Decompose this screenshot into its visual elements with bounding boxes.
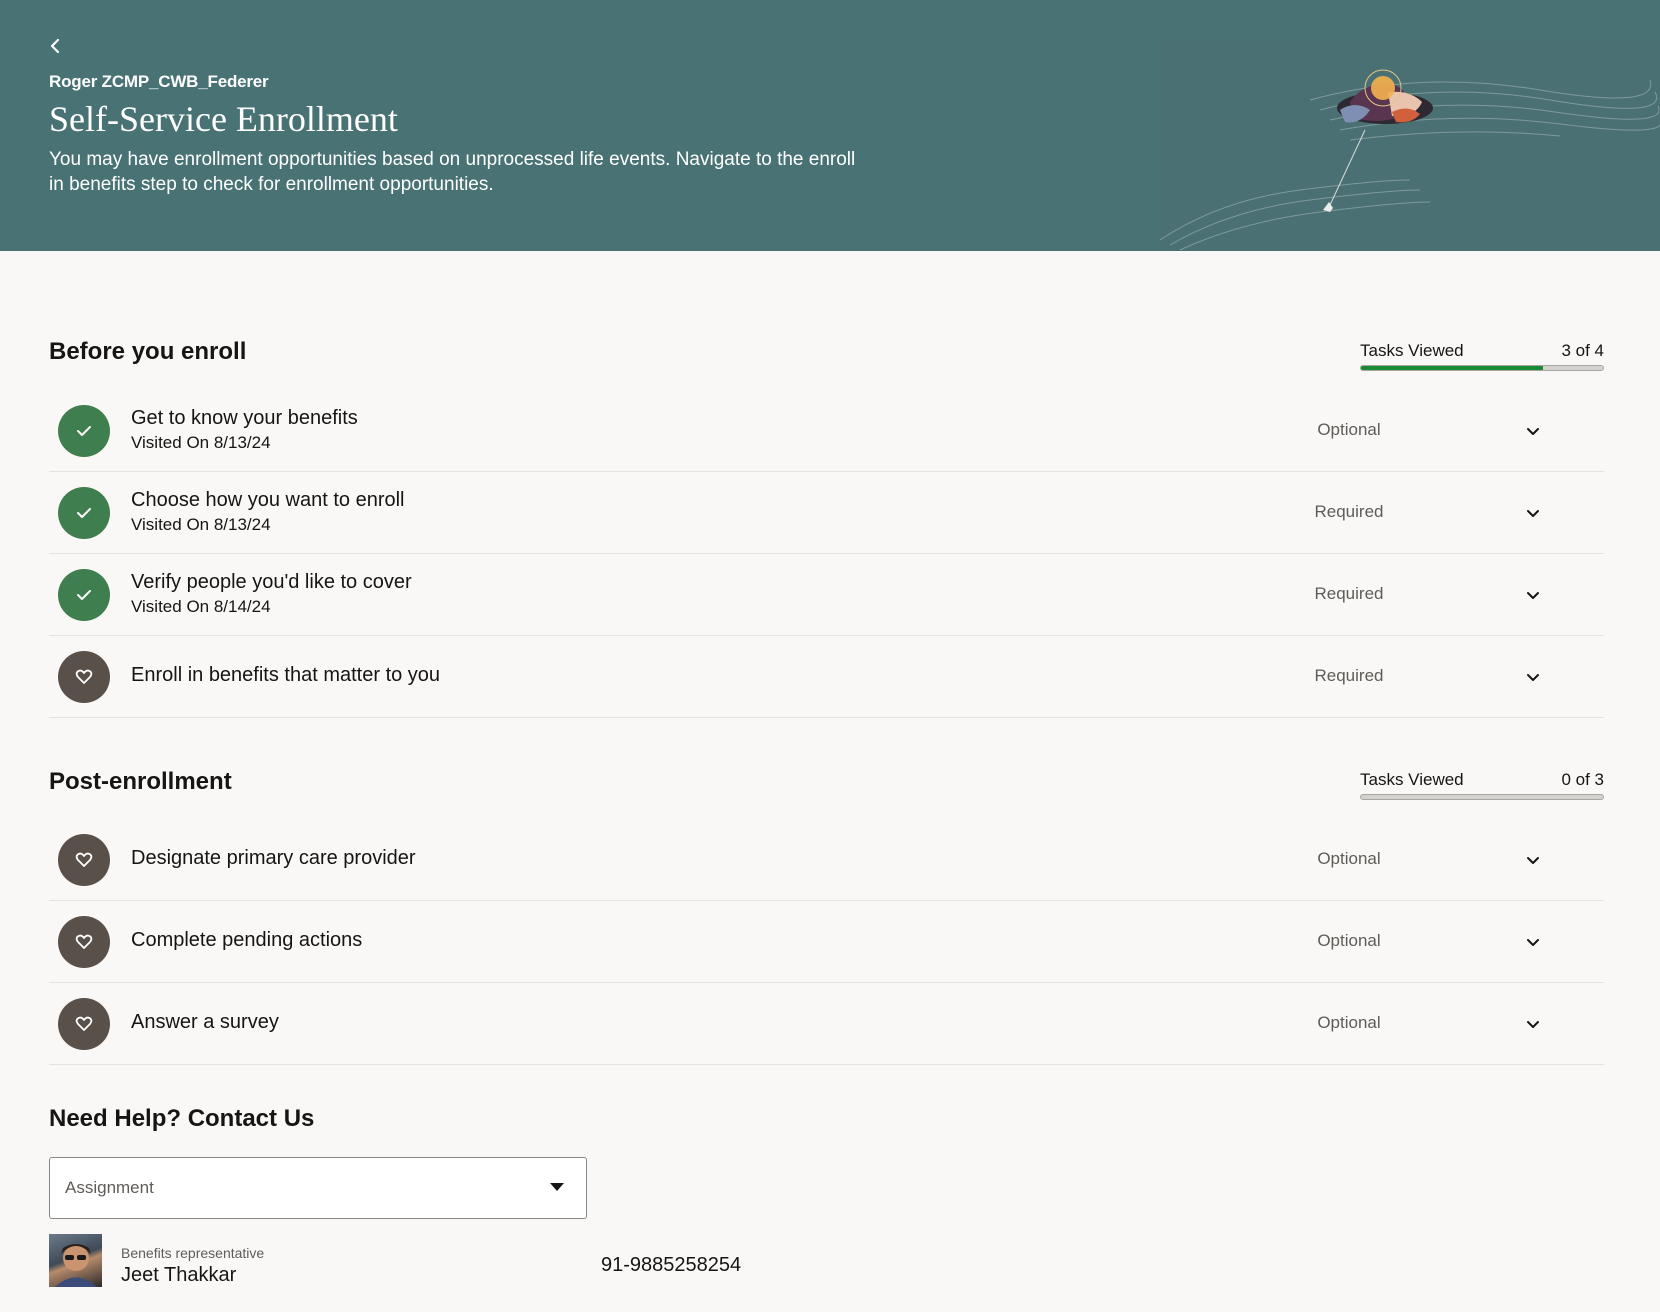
- task-status: Optional: [1317, 849, 1381, 868]
- task-name[interactable]: Choose how you want to enroll: [131, 489, 405, 512]
- task-name[interactable]: Enroll in benefits that matter to you: [131, 664, 440, 687]
- header-banner: Roger ZCMP_CWB_Federer Self-Service Enro…: [0, 0, 1660, 251]
- progress-label: Tasks Viewed: [1360, 770, 1464, 789]
- contact-name: Jeet Thakkar: [121, 1264, 237, 1286]
- task-status: Optional: [1317, 1013, 1381, 1032]
- contact-role: Benefits representative: [121, 1245, 265, 1261]
- task-status: Required: [1314, 584, 1384, 603]
- avatar-photo-icon: [55, 1244, 97, 1287]
- check-icon: [58, 405, 110, 457]
- assignment-select-value: Assignment: [65, 1178, 154, 1197]
- back-chevron-icon[interactable]: [46, 34, 66, 58]
- progress-count: 3 of 4: [1561, 341, 1604, 360]
- task-name[interactable]: Designate primary care provider: [131, 847, 416, 870]
- task-name[interactable]: Get to know your benefits: [131, 407, 358, 430]
- section-title-post-enroll: Post-enrollment: [49, 768, 232, 795]
- heart-icon: [58, 651, 110, 703]
- task-row[interactable]: Get to know your benefits Visited On 8/13…: [49, 390, 1604, 472]
- page-description: You may have enrollment opportunities ba…: [49, 149, 856, 195]
- chevron-down-icon[interactable]: [1523, 421, 1543, 441]
- caret-down-icon: [550, 1183, 564, 1191]
- chevron-down-icon[interactable]: [1523, 585, 1543, 605]
- task-row[interactable]: Choose how you want to enroll Visited On …: [49, 472, 1604, 554]
- heart-icon: [58, 998, 110, 1050]
- task-name[interactable]: Complete pending actions: [131, 929, 362, 952]
- progress-track: [1360, 794, 1604, 800]
- task-status: Required: [1314, 502, 1384, 521]
- banner-illustration: [1160, 40, 1660, 251]
- task-visited-date: Visited On 8/13/24: [131, 433, 271, 452]
- avatar: [49, 1234, 102, 1287]
- task-name[interactable]: Answer a survey: [131, 1011, 279, 1034]
- user-name: Roger ZCMP_CWB_Federer: [49, 72, 269, 91]
- chevron-down-icon[interactable]: [1523, 932, 1543, 952]
- task-status: Required: [1314, 666, 1384, 685]
- progress-track: [1360, 365, 1604, 371]
- task-status: Optional: [1317, 931, 1381, 950]
- progress-count: 0 of 3: [1561, 770, 1604, 789]
- task-row[interactable]: Answer a survey Optional: [49, 983, 1604, 1065]
- task-visited-date: Visited On 8/13/24: [131, 515, 271, 534]
- task-row[interactable]: Designate primary care provider Optional: [49, 819, 1604, 901]
- help-title: Need Help? Contact Us: [49, 1105, 315, 1132]
- post-enroll-task-list: Designate primary care provider Optional C…: [49, 819, 1604, 1065]
- contact-phone[interactable]: 91-9885258254: [601, 1254, 741, 1277]
- chevron-down-icon[interactable]: [1523, 850, 1543, 870]
- check-icon: [58, 487, 110, 539]
- task-row[interactable]: Verify people you'd like to cover Visited…: [49, 554, 1604, 636]
- chevron-down-icon[interactable]: [1523, 667, 1543, 687]
- heart-icon: [58, 916, 110, 968]
- chevron-down-icon[interactable]: [1523, 1014, 1543, 1034]
- page-title: Self-Service Enrollment: [49, 99, 398, 139]
- progress-post-enroll: Tasks Viewed 0 of 3: [1360, 770, 1604, 800]
- progress-before-enroll: Tasks Viewed 3 of 4: [1360, 341, 1604, 371]
- progress-fill: [1361, 366, 1543, 370]
- progress-label: Tasks Viewed: [1360, 341, 1464, 360]
- heart-icon: [58, 834, 110, 886]
- chevron-down-icon[interactable]: [1523, 503, 1543, 523]
- task-row[interactable]: Enroll in benefits that matter to you Req…: [49, 636, 1604, 718]
- before-enroll-task-list: Get to know your benefits Visited On 8/13…: [49, 390, 1604, 718]
- task-status: Optional: [1317, 420, 1381, 439]
- task-name[interactable]: Verify people you'd like to cover: [131, 571, 412, 594]
- task-row[interactable]: Complete pending actions Optional: [49, 901, 1604, 983]
- assignment-select[interactable]: Assignment: [49, 1157, 587, 1219]
- contact-card: Benefits representative Jeet Thakkar 91-…: [49, 1234, 749, 1288]
- task-visited-date: Visited On 8/14/24: [131, 597, 271, 616]
- section-title-before-enroll: Before you enroll: [49, 338, 247, 365]
- check-icon: [58, 569, 110, 621]
